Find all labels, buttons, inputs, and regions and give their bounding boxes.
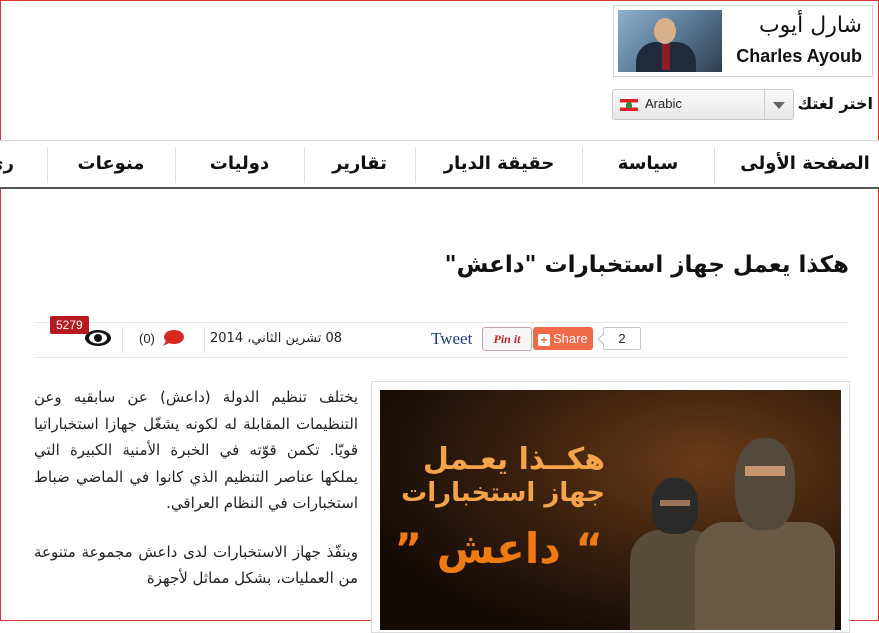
meta-divider (204, 327, 205, 353)
columnist-photo (618, 10, 722, 72)
language-label: اختر لغتك (797, 94, 873, 113)
article-body: يختلف تنظيم الدولة (داعش) عن سابقيه وعن … (34, 384, 358, 614)
nav-item-reports[interactable]: تقارير (305, 141, 414, 187)
share-count: 2 (597, 327, 641, 350)
nav-item-diyar-truth[interactable]: حقيقة الديار (417, 141, 581, 187)
nav-item-home[interactable]: الصفحة الأولى (730, 141, 879, 187)
article-image-frame: هكــذا يعـمل جهاز استخبارات “ داعش ” (371, 381, 850, 633)
nav-divider (714, 147, 715, 183)
nav-divider (415, 147, 416, 183)
nav-divider (47, 147, 48, 183)
nav-item-politics[interactable]: سياسة (583, 141, 713, 187)
language-select[interactable]: Arabic (612, 89, 794, 120)
language-selected-value: Arabic (645, 96, 682, 111)
plus-icon: + (538, 333, 550, 346)
image-text-line-1: هكــذا يعـمل (422, 442, 605, 477)
columnist-name-english: Charles Ayoub (736, 46, 862, 66)
image-text-line-3: “ داعش ” (394, 524, 603, 573)
nav-item-international[interactable]: دوليات (176, 141, 303, 187)
nav-item-partial[interactable]: ري (0, 141, 14, 187)
masked-fighter-figure (695, 430, 835, 630)
share-button[interactable]: + Share (533, 327, 593, 350)
article-date: 08 تشرين الثاني، 2014 (210, 331, 343, 346)
article-image[interactable]: هكــذا يعـمل جهاز استخبارات “ داعش ” (380, 390, 841, 630)
article-title: هكذا يعمل جهاز استخبارات "داعش" (444, 252, 849, 278)
comment-count[interactable]: (0) (139, 331, 155, 346)
nav-divider (304, 147, 305, 183)
image-text-line-2: جهاز استخبارات (401, 478, 605, 508)
nav-item-miscellaneous[interactable]: منوعات (48, 141, 174, 187)
columnist-name-arabic: شارل أيوب (758, 13, 862, 38)
article-paragraph: يختلف تنظيم الدولة (داعش) عن سابقيه وعن … (34, 388, 358, 512)
nav-divider (175, 147, 176, 183)
nav-divider (582, 147, 583, 183)
tweet-button[interactable]: Tweet (431, 329, 472, 349)
share-label: Share (553, 331, 588, 346)
main-navigation: الصفحة الأولى سياسة حقيقة الديار تقارير … (0, 140, 879, 189)
pinterest-pin-button[interactable]: Pin it (482, 327, 532, 351)
views-count-badge: 5279 (50, 316, 89, 334)
chevron-down-icon[interactable] (764, 90, 793, 119)
comment-bubble-icon[interactable] (162, 329, 184, 347)
article-paragraph: وينفّذ جهاز الاستخبارات لدى داعش مجموعة … (34, 542, 358, 588)
lebanon-flag-icon (620, 99, 638, 111)
columnist-banner[interactable]: شارل أيوب Charles Ayoub (613, 5, 873, 77)
meta-divider (122, 327, 123, 353)
